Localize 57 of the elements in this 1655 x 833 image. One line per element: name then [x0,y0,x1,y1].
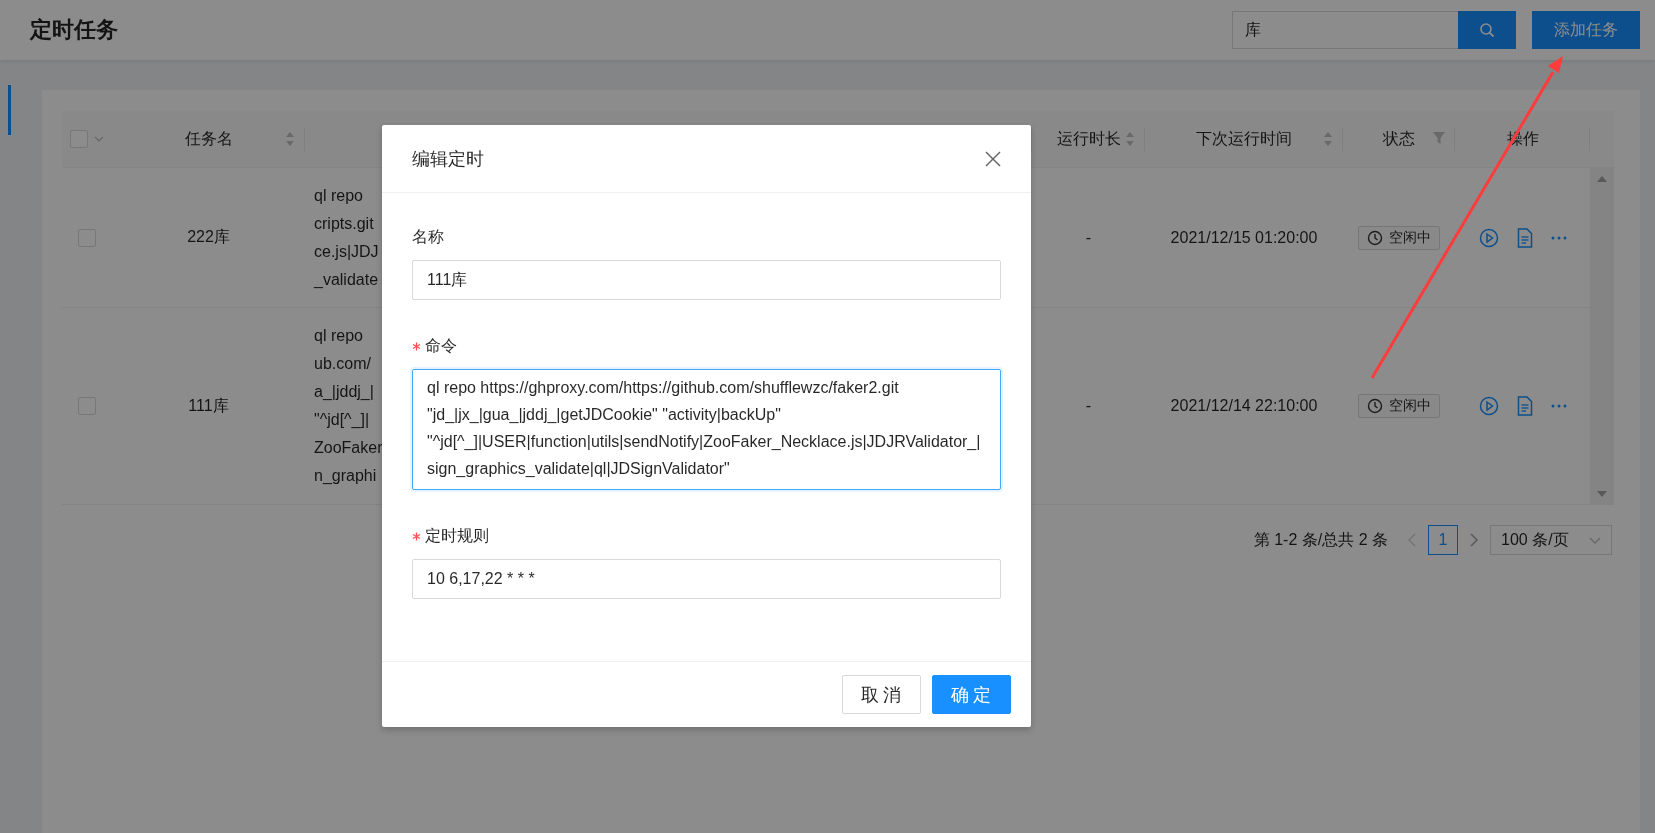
task-name: 222库 [187,227,230,247]
search-icon [1479,22,1495,38]
field-label: 定时规则 [425,525,489,546]
column-header[interactable]: 下次运行时间 [1196,128,1292,150]
next-run-time: 2021/12/14 22:10:00 [1170,397,1318,415]
page-size-select[interactable]: 100 条/页 [1490,525,1612,555]
pagination-summary: 第 1-2 条/总共 2 条 [1253,529,1388,550]
clock-icon [1367,398,1383,414]
sidebar-indicator [8,85,11,135]
field-label: 命令 [425,335,457,356]
caret-down-icon [1589,536,1601,544]
command-text: a_|jddj_| [314,382,375,402]
input-field[interactable]: 10 6,17,22 * * * [412,559,1001,599]
search-button[interactable] [1458,11,1516,49]
page-title: 定时任务 [30,16,118,44]
command-text: ql repo [314,326,364,346]
sort-icon [1323,131,1333,147]
play-icon[interactable] [1478,396,1499,416]
runtime-text: - [1085,397,1092,415]
runtime-text: - [1085,228,1092,247]
command-text: "^jd[^_]| [314,410,371,430]
field-label: 名称 [412,226,444,247]
command-text: ce.js|JDJ [314,241,379,262]
file-icon[interactable] [1516,396,1533,416]
column-header[interactable]: 运行时长 [1056,128,1121,150]
chevron-right-icon[interactable] [1470,533,1478,547]
sort-icon [285,131,295,147]
close-icon [985,150,1001,167]
status-tag: 空闲中 [1358,225,1440,250]
filter-icon[interactable] [1433,131,1445,145]
caret-down-icon [94,136,104,142]
command-text: ql repo [314,185,364,206]
search-field[interactable]: 库 [1232,11,1458,49]
more-icon[interactable] [1550,404,1567,408]
command-field[interactable]: ql repo https://ghproxy.com/https://github.com/shufflewzc/faker2.git "jd_|jx_|gua_|jddj_|getJDCookie" "activity|backUp" "^jd[^_]|USER|function|utils|sendNotify|ZooFaker_Necklace.js|JDJRValidator_|sign_graphics_validate|ql|JDSignValidator" [412,369,1001,490]
command-text: ub.com/ [314,354,372,374]
command-text: ZooFaker [314,438,383,458]
input-field[interactable]: 111库 [412,260,1001,300]
scroll-up-icon[interactable] [1597,176,1607,182]
column-header[interactable]: 任务名 [184,128,233,150]
scrollbar[interactable] [1590,168,1614,505]
sort-icon [1125,131,1135,147]
column-header: 状态 [1383,128,1415,149]
play-icon[interactable] [1478,227,1499,248]
next-run-time: 2021/12/15 01:20:00 [1170,228,1318,247]
file-icon[interactable] [1516,227,1533,248]
more-icon[interactable] [1550,235,1567,240]
clock-icon [1367,229,1383,246]
command-text: _validate [314,269,379,290]
confirm-button[interactable]: 确定 [932,675,1011,714]
dialog-title: 编辑定时 [412,147,484,171]
command-text: cripts.git [314,213,375,234]
command-text: n_graphi [314,466,378,486]
cancel-button[interactable]: 取消 [842,675,921,714]
status-tag: 空闲中 [1358,394,1440,418]
task-name: 111库 [188,395,229,416]
scroll-down-icon[interactable] [1597,491,1607,497]
